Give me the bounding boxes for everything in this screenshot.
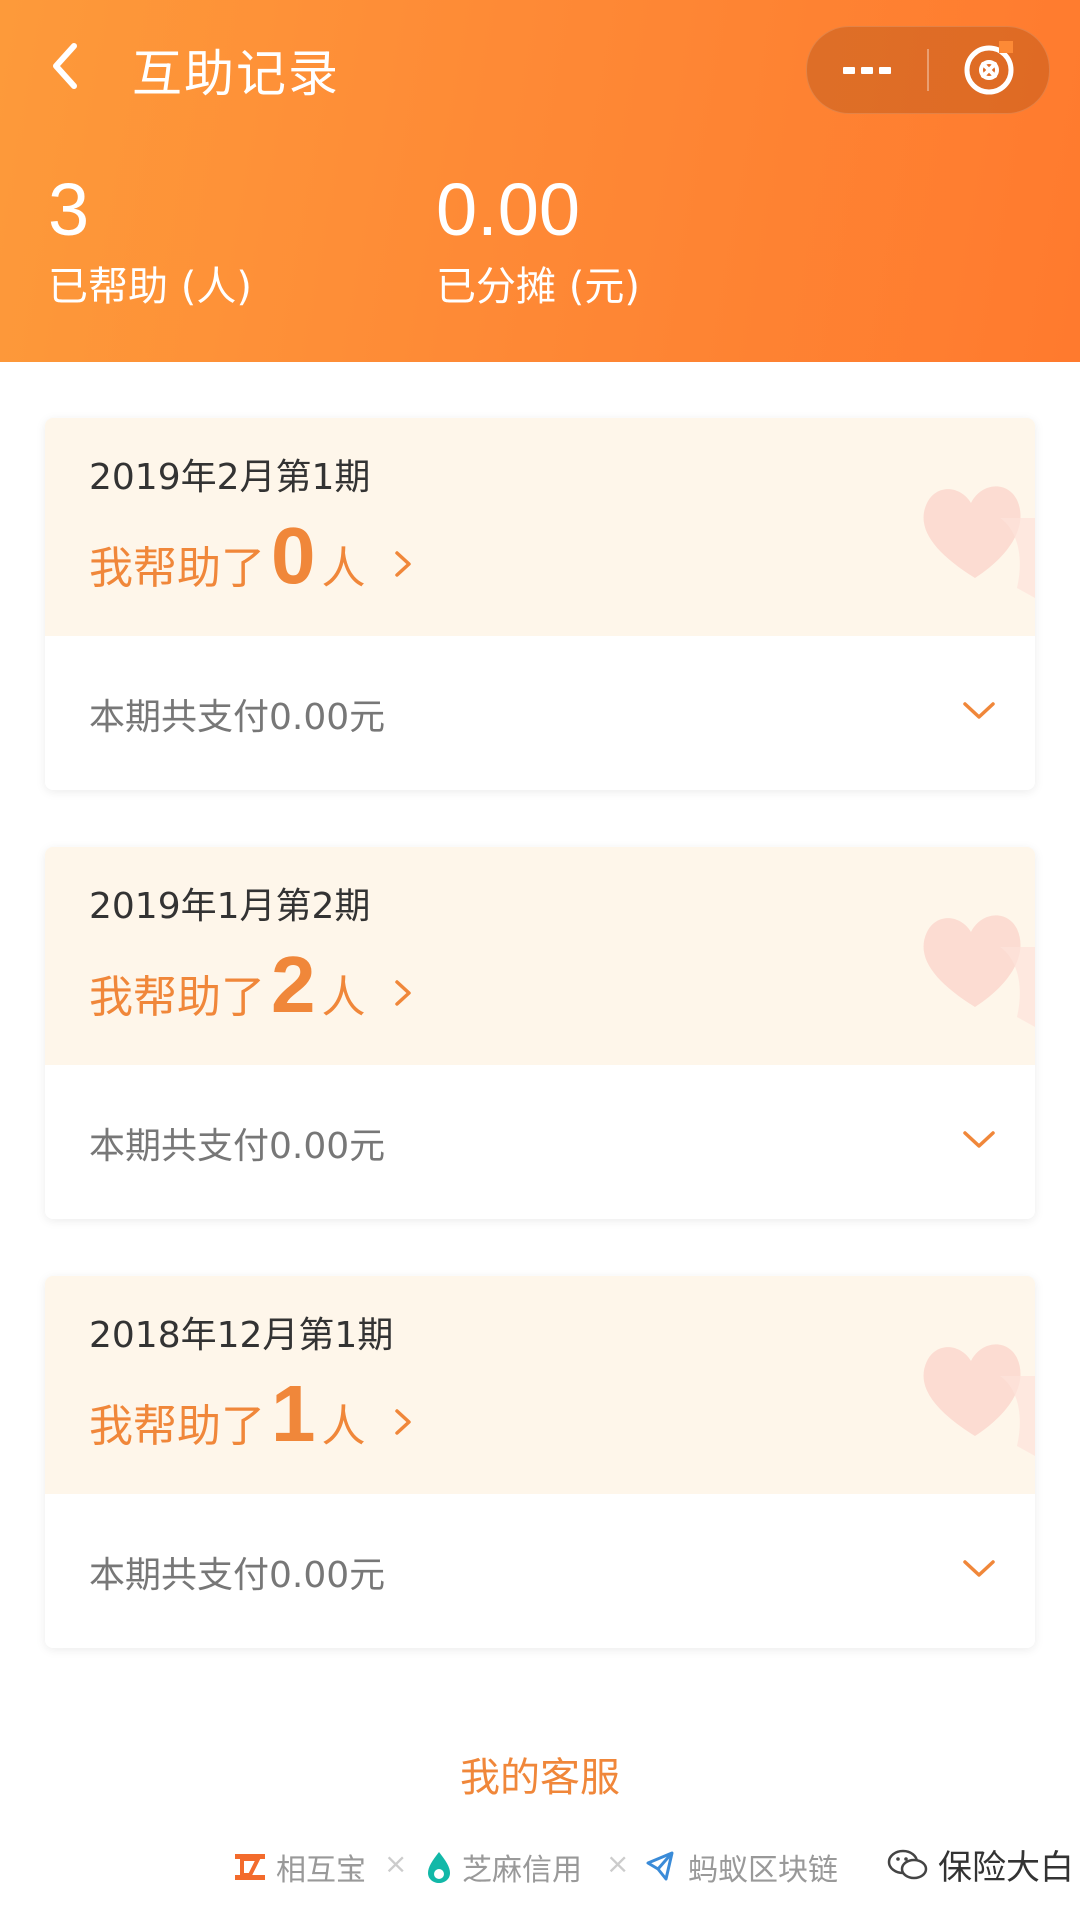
period-title: 2019年2月第1期 xyxy=(89,457,371,498)
brand3-label: 蚂蚁区块链 xyxy=(688,1853,838,1888)
page-title: 互助记录 xyxy=(132,45,340,103)
heart-decoration-icon xyxy=(923,486,1035,598)
helped-prefix: 我帮助了 xyxy=(89,1401,265,1452)
brand-zhima: 芝麻信用 xyxy=(424,1845,582,1889)
watermark-text: 保险大白 xyxy=(938,1848,1074,1888)
brand2-label: 芝麻信用 xyxy=(462,1853,582,1888)
chevron-down-icon xyxy=(963,702,995,719)
back-button[interactable] xyxy=(40,36,100,96)
helped-suffix: 人 xyxy=(321,543,366,594)
brand-antchain: 蚂蚁区块链 xyxy=(644,1845,838,1889)
chevron-right-icon xyxy=(394,551,411,577)
chevron-down-icon xyxy=(963,1560,995,1577)
antchain-logo-icon xyxy=(646,1851,674,1881)
record-payment-row[interactable]: 本期共支付0.00元 xyxy=(45,1494,1035,1648)
payment-text: 本期共支付0.00元 xyxy=(89,1555,386,1596)
helped-line: 我帮助了 1 人 xyxy=(89,1368,418,1460)
brand-separator: × xyxy=(606,1847,630,1880)
record-header[interactable]: 2019年2月第1期 我帮助了 0 人 xyxy=(45,418,1035,636)
period-title: 2019年1月第2期 xyxy=(89,886,371,927)
chevron-down-icon xyxy=(963,1131,995,1148)
shared-label: 已分摊 (元) xyxy=(436,264,640,310)
brand-separator: × xyxy=(384,1847,408,1880)
more-dots-icon xyxy=(843,67,891,74)
helped-prefix: 我帮助了 xyxy=(89,543,265,594)
heart-decoration-icon xyxy=(923,1344,1035,1456)
record-payment-row[interactable]: 本期共支付0.00元 xyxy=(45,1065,1035,1219)
back-arrow-icon xyxy=(53,43,77,89)
helped-stat: 3 已帮助 (人) xyxy=(48,168,252,311)
header: 互助记录 3 已帮助 (人) 0.00 已分摊 (元) xyxy=(0,0,1080,362)
payment-text: 本期共支付0.00元 xyxy=(89,697,386,738)
heart-decoration-icon xyxy=(923,915,1035,1027)
record-header[interactable]: 2018年12月第1期 我帮助了 1 人 xyxy=(45,1276,1035,1494)
record-payment-row[interactable]: 本期共支付0.00元 xyxy=(45,636,1035,790)
helped-prefix: 我帮助了 xyxy=(89,972,265,1023)
more-button[interactable] xyxy=(807,27,927,113)
wechat-icon xyxy=(887,1849,928,1879)
shared-stat: 0.00 已分摊 (元) xyxy=(436,168,640,311)
shared-amount: 0.00 xyxy=(436,168,581,251)
helped-number: 0 xyxy=(271,511,316,600)
mini-program-capsule xyxy=(806,26,1050,114)
payment-text: 本期共支付0.00元 xyxy=(89,1126,386,1167)
helped-number: 2 xyxy=(271,940,316,1029)
zhima-logo-icon xyxy=(428,1852,450,1883)
record-card: 2019年2月第1期 我帮助了 0 人 本期共支付0.00元 xyxy=(45,418,1035,790)
watermark: 保险大白 xyxy=(886,1840,1074,1889)
helped-line: 我帮助了 2 人 xyxy=(89,939,418,1031)
helped-count: 3 xyxy=(48,168,90,251)
chevron-right-icon xyxy=(394,980,411,1006)
helped-line: 我帮助了 0 人 xyxy=(89,510,418,602)
close-circle-icon xyxy=(964,41,1014,95)
xianghubao-logo-icon xyxy=(235,1854,265,1880)
helped-suffix: 人 xyxy=(321,972,366,1023)
brand1-label: 相互宝 xyxy=(276,1853,366,1888)
chevron-right-icon xyxy=(394,1409,411,1435)
helped-suffix: 人 xyxy=(321,1401,366,1452)
customer-service-link[interactable]: 我的客服 xyxy=(0,1745,1080,1803)
record-card: 2019年1月第2期 我帮助了 2 人 本期共支付0.00元 xyxy=(45,847,1035,1219)
brand-xianghubao: 相互宝 xyxy=(232,1845,366,1889)
helped-label: 已帮助 (人) xyxy=(48,264,252,310)
period-title: 2018年12月第1期 xyxy=(89,1315,394,1356)
helped-number: 1 xyxy=(271,1369,316,1458)
record-card: 2018年12月第1期 我帮助了 1 人 本期共支付0.00元 xyxy=(45,1276,1035,1648)
record-header[interactable]: 2019年1月第2期 我帮助了 2 人 xyxy=(45,847,1035,1065)
close-button[interactable] xyxy=(929,27,1049,113)
